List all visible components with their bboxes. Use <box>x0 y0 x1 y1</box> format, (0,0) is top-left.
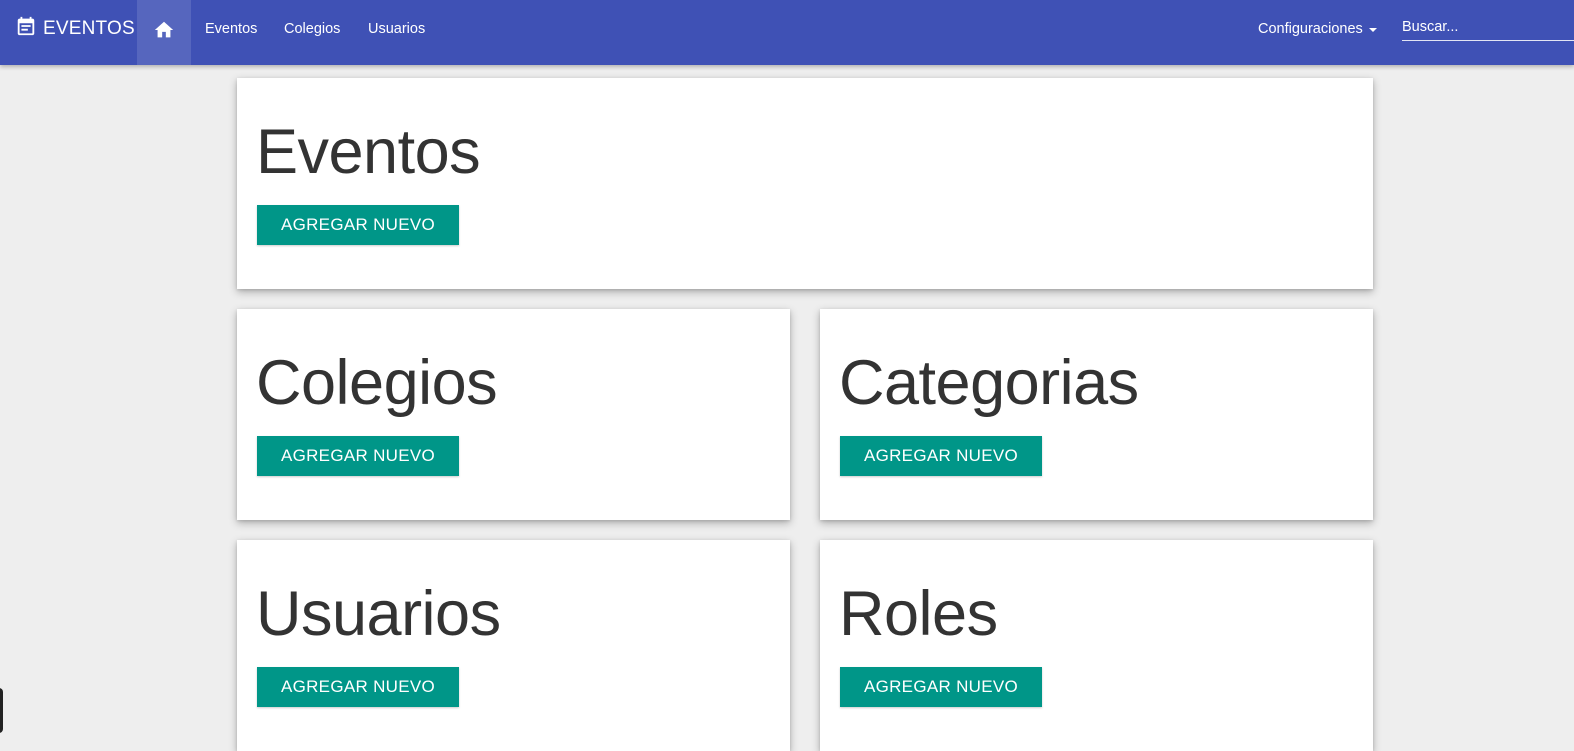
caret-down-icon <box>1368 27 1377 32</box>
card-categorias: Categorias AGREGAR NUEVO <box>820 309 1373 520</box>
home-icon <box>153 19 175 46</box>
nav-link-usuarios[interactable]: Usuarios <box>368 0 425 57</box>
card-title: Colegios <box>256 348 498 418</box>
add-categoria-button[interactable]: AGREGAR NUEVO <box>840 436 1042 476</box>
home-button[interactable] <box>137 0 191 65</box>
add-colegio-button[interactable]: AGREGAR NUEVO <box>257 436 459 476</box>
card-title: Usuarios <box>256 579 501 649</box>
calendar-icon <box>15 15 37 37</box>
configuraciones-label: Configuraciones <box>1258 20 1363 37</box>
corner-tab-handle[interactable] <box>0 688 3 733</box>
nav-link-colegios[interactable]: Colegios <box>284 0 340 57</box>
add-rol-button[interactable]: AGREGAR NUEVO <box>840 667 1042 707</box>
brand[interactable]: EVENTOS <box>15 0 135 57</box>
brand-label: EVENTOS <box>43 17 135 39</box>
top-navbar: EVENTOS Eventos Colegios Usuarios Config… <box>0 0 1574 65</box>
card-usuarios: Usuarios AGREGAR NUEVO <box>237 540 790 751</box>
card-roles: Roles AGREGAR NUEVO <box>820 540 1373 751</box>
card-title: Eventos <box>256 117 481 187</box>
configuraciones-dropdown[interactable]: Configuraciones <box>1258 0 1377 57</box>
add-evento-button[interactable]: AGREGAR NUEVO <box>257 205 459 245</box>
card-eventos: Eventos AGREGAR NUEVO <box>237 78 1373 289</box>
nav-link-eventos[interactable]: Eventos <box>205 0 257 57</box>
card-title: Categorias <box>839 348 1139 418</box>
card-title: Roles <box>839 579 998 649</box>
card-colegios: Colegios AGREGAR NUEVO <box>237 309 790 520</box>
search-input[interactable] <box>1402 14 1574 41</box>
add-usuario-button[interactable]: AGREGAR NUEVO <box>257 667 459 707</box>
